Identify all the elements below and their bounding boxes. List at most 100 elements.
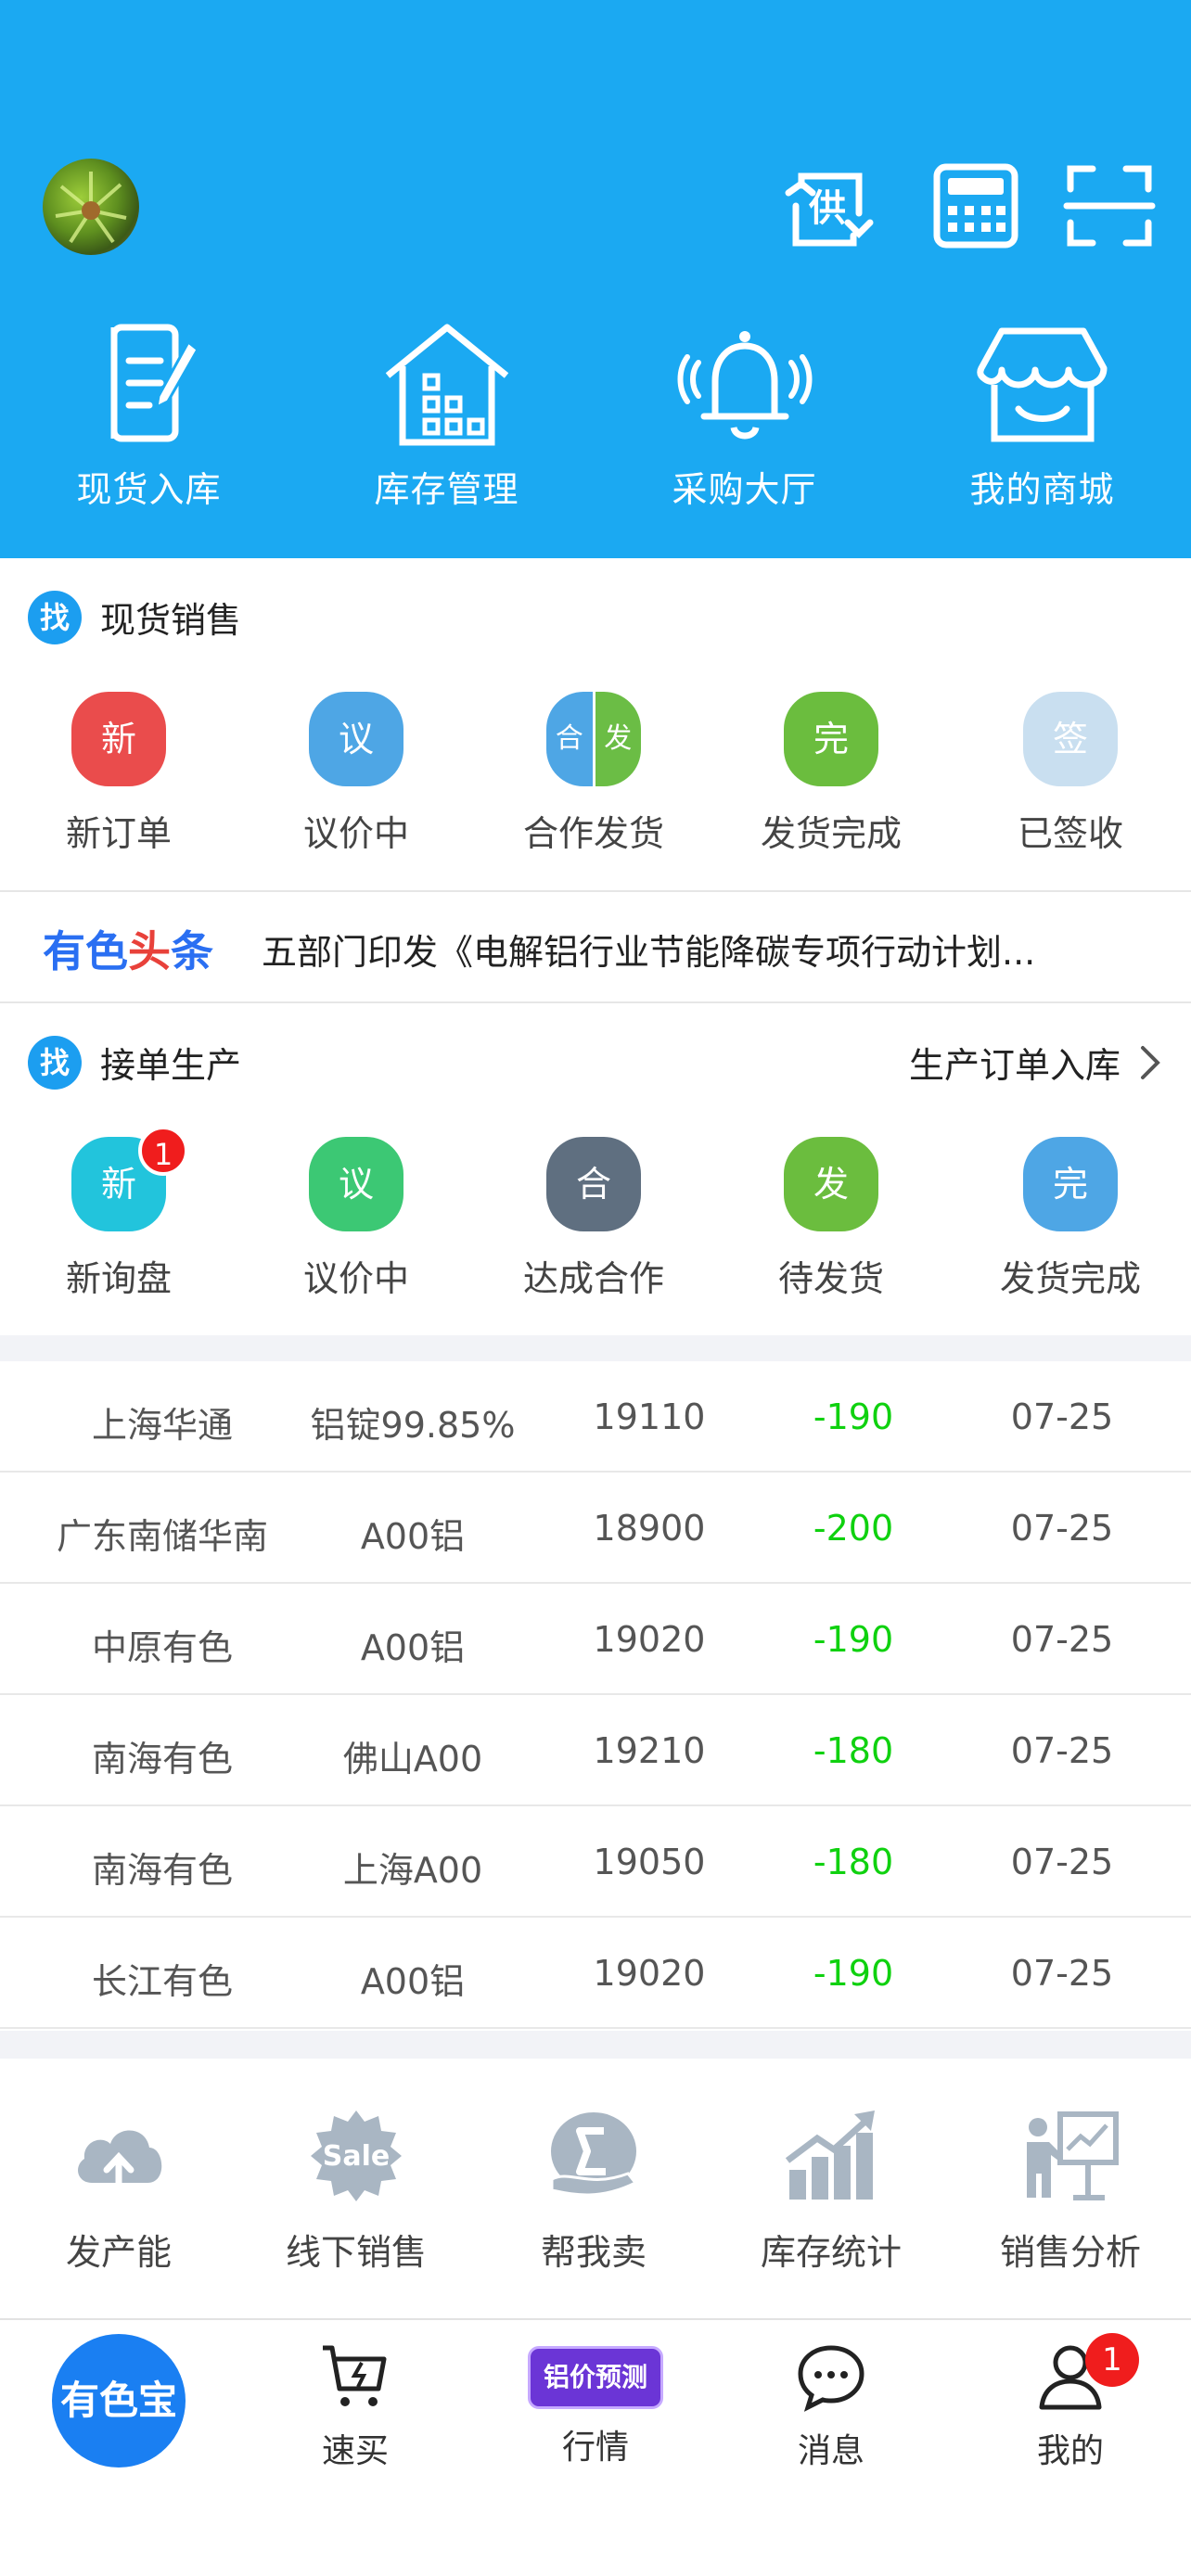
cloud-upload-icon bbox=[78, 2130, 162, 2192]
quick-spot-inbound[interactable]: 现货入库 bbox=[0, 320, 298, 524]
table-row[interactable]: 广东南储华南 A00铝 18900 -200 07-25 bbox=[0, 1473, 1191, 1584]
price-forecast-badge: 铝价预测 bbox=[528, 2346, 663, 2409]
cart-bolt-icon bbox=[323, 2345, 387, 2406]
news-headline[interactable]: 五部门印发《电解铝行业节能降碳专项行动计划... bbox=[262, 924, 1152, 975]
scan-icon[interactable] bbox=[1061, 158, 1158, 254]
status-label: 新询盘 bbox=[65, 1258, 172, 1299]
status-icon: 合 发 bbox=[546, 692, 641, 786]
tool-publish-capacity[interactable]: 发产能 bbox=[0, 2105, 237, 2275]
supply-icon[interactable]: 供 bbox=[779, 158, 876, 254]
user-avatar[interactable] bbox=[43, 159, 139, 255]
status-shipped[interactable]: 完 发货完成 bbox=[952, 1137, 1189, 1301]
status-negotiating[interactable]: 议 议价中 bbox=[237, 1137, 475, 1301]
section-gap bbox=[0, 1335, 1191, 1361]
status-negotiating[interactable]: 议 议价中 bbox=[237, 692, 475, 856]
notification-badge: 1 bbox=[138, 1126, 188, 1176]
status-icon: 发 bbox=[784, 1137, 878, 1231]
table-row[interactable]: 南海有色 佛山A00 19210 -180 07-25 bbox=[0, 1695, 1191, 1806]
news-brand-logo: 有色头条 bbox=[43, 926, 213, 976]
status-label: 发货完成 bbox=[999, 1258, 1141, 1299]
product-cell: A00铝 bbox=[360, 1627, 466, 1668]
tool-label: 发产能 bbox=[65, 2232, 172, 2273]
tool-label: 帮我卖 bbox=[540, 2232, 647, 2273]
tool-label: 库存统计 bbox=[760, 2232, 902, 2273]
status-new-inquiry[interactable]: 新 1 新询盘 bbox=[0, 1126, 237, 1301]
price-cell: 18900 bbox=[593, 1508, 706, 1549]
price-cell: 19020 bbox=[593, 1953, 706, 1994]
status-icon: 签 bbox=[1023, 692, 1118, 786]
tab-label: 速买 bbox=[321, 2432, 389, 2470]
date-cell: 07-25 bbox=[1010, 1396, 1114, 1437]
status-new-order[interactable]: 新 新订单 bbox=[0, 692, 237, 856]
product-cell: 佛山A00 bbox=[342, 1739, 483, 1779]
price-cell: 19110 bbox=[593, 1396, 706, 1437]
market-cell: 广东南储华南 bbox=[56, 1516, 268, 1557]
tool-inventory-stats[interactable]: 库存统计 bbox=[712, 2105, 950, 2275]
table-row[interactable]: 中原有色 A00铝 19020 -190 07-25 bbox=[0, 1584, 1191, 1695]
sale-badge-icon: Sale bbox=[311, 2111, 402, 2201]
change-cell: -190 bbox=[813, 1953, 894, 1994]
quick-inventory[interactable]: 库存管理 bbox=[298, 320, 596, 524]
quick-my-shop[interactable]: 我的商城 bbox=[893, 320, 1191, 524]
price-table: 上海华通 铝锭99.85% 19110 -190 07-25 广东南储华南 A0… bbox=[0, 1361, 1191, 2029]
tool-offline-sales[interactable]: Sale 线下销售 bbox=[237, 2105, 475, 2275]
tab-label: 我的 bbox=[1036, 2432, 1104, 2470]
date-cell: 07-25 bbox=[1010, 1953, 1114, 1994]
product-cell: A00铝 bbox=[360, 1516, 466, 1557]
status-label: 发货完成 bbox=[760, 813, 902, 854]
quick-label: 我的商城 bbox=[969, 469, 1115, 510]
market-cell: 长江有色 bbox=[91, 1961, 233, 2002]
shop-icon bbox=[976, 327, 1107, 442]
tab-label: 消息 bbox=[797, 2432, 864, 2470]
status-icon: 新 1 bbox=[71, 1126, 188, 1231]
price-cell: 19210 bbox=[593, 1730, 706, 1771]
date-cell: 07-25 bbox=[1010, 1842, 1114, 1882]
table-row[interactable]: 上海华通 铝锭99.85% 19110 -190 07-25 bbox=[0, 1361, 1191, 1473]
bar-growth-icon bbox=[785, 2111, 875, 2200]
tab-messages[interactable]: 消息 bbox=[738, 2340, 924, 2472]
header: 供 现货入库 库存管理 采购大厅 我的商城 bbox=[0, 0, 1191, 558]
market-cell: 南海有色 bbox=[91, 1850, 233, 1891]
divider bbox=[0, 1001, 1191, 1003]
news-ticker[interactable]: 有色头条 五部门印发《电解铝行业节能降碳专项行动计划... bbox=[0, 892, 1191, 1001]
spot-sales-statuses: 新 新订单 议 议价中 合 发 合作发货 完 发货完成 签 已签收 bbox=[0, 692, 1191, 859]
status-shipped[interactable]: 完 发货完成 bbox=[712, 692, 950, 856]
find-badge: 找 bbox=[28, 591, 82, 644]
status-icon: 新 bbox=[71, 692, 166, 786]
change-cell: -190 bbox=[813, 1396, 894, 1437]
date-cell: 07-25 bbox=[1010, 1619, 1114, 1660]
table-row[interactable]: 长江有色 A00铝 19020 -190 07-25 bbox=[0, 1918, 1191, 2029]
hand-e-icon bbox=[550, 2112, 638, 2197]
tab-profile[interactable]: 1 我的 bbox=[978, 2333, 1163, 2472]
change-cell: -190 bbox=[813, 1619, 894, 1660]
product-cell: A00铝 bbox=[360, 1961, 466, 2002]
status-signed[interactable]: 签 已签收 bbox=[952, 692, 1189, 856]
home-tab-button[interactable]: 有色宝 bbox=[52, 2334, 186, 2468]
status-icon: 议 bbox=[309, 692, 403, 786]
status-icon: 议 bbox=[309, 1137, 403, 1231]
chevron-right-icon[interactable] bbox=[1137, 1042, 1163, 1083]
tool-label: 销售分析 bbox=[999, 2232, 1141, 2273]
market-cell: 中原有色 bbox=[91, 1627, 233, 1668]
status-pending-shipment[interactable]: 发 待发货 bbox=[712, 1137, 950, 1301]
quick-purchase-hall[interactable]: 采购大厅 bbox=[596, 320, 893, 524]
tools-grid: 发产能 Sale 线下销售 帮我卖 库存统计 销售分析 bbox=[0, 2105, 1191, 2290]
status-label: 已签收 bbox=[1017, 813, 1123, 854]
tab-quick-buy[interactable]: 速买 bbox=[263, 2340, 448, 2472]
price-cell: 19050 bbox=[593, 1842, 706, 1882]
production-order-inbound-link[interactable]: 生产订单入库 bbox=[909, 1037, 1121, 1088]
find-badge: 找 bbox=[28, 1036, 82, 1090]
document-edit-icon bbox=[110, 324, 199, 442]
tab-market[interactable]: 铝价预测 行情 bbox=[503, 2340, 688, 2468]
tool-help-sell[interactable]: 帮我卖 bbox=[475, 2105, 712, 2275]
calculator-icon[interactable] bbox=[928, 158, 1024, 254]
status-icon: 完 bbox=[1023, 1137, 1118, 1231]
status-label: 达成合作 bbox=[522, 1258, 664, 1299]
warehouse-icon bbox=[385, 324, 508, 446]
market-cell: 上海华通 bbox=[91, 1405, 233, 1446]
table-row[interactable]: 南海有色 上海A00 19050 -180 07-25 bbox=[0, 1806, 1191, 1918]
status-cooperation[interactable]: 合 达成合作 bbox=[475, 1137, 712, 1301]
date-cell: 07-25 bbox=[1010, 1508, 1114, 1549]
status-coop-shipping[interactable]: 合 发 合作发货 bbox=[475, 692, 712, 856]
tool-sales-analysis[interactable]: 销售分析 bbox=[952, 2105, 1189, 2275]
